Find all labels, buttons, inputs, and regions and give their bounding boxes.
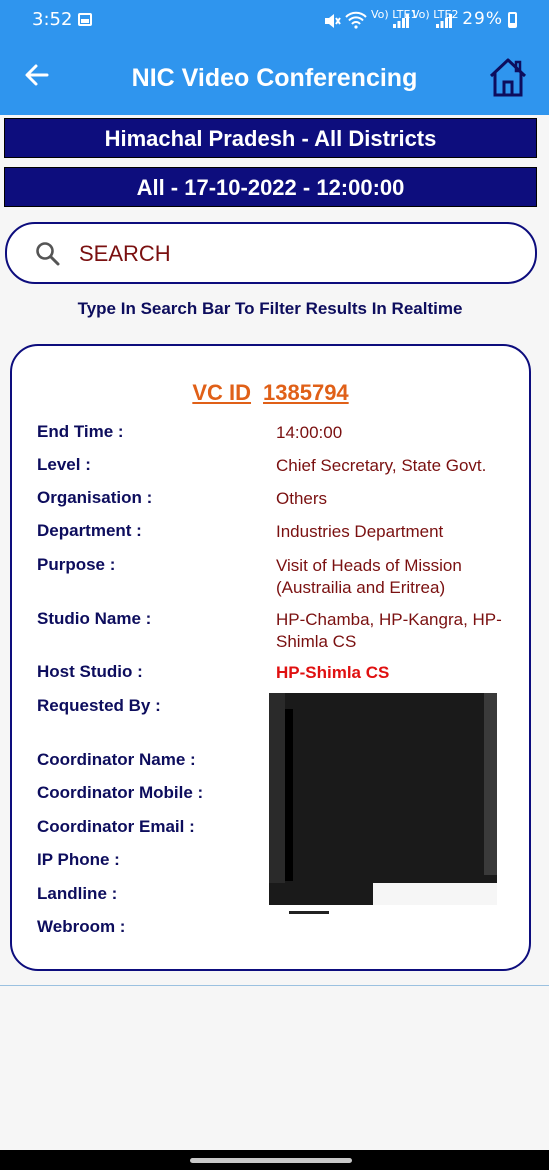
status-time: 3:52 <box>32 9 73 30</box>
battery-percent: 29% <box>462 9 503 29</box>
wifi-icon <box>345 11 367 29</box>
field-value: Others <box>276 489 328 508</box>
signal-icon <box>436 14 452 28</box>
field-label: Purpose : <box>37 555 116 574</box>
field-value: 14:00:00 <box>276 423 343 442</box>
datetime-banner: All - 17-10-2022 - 12:00:00 <box>4 167 537 207</box>
status-bar: 3:52 Vo) LTE1 Vo) LTE2 29% <box>0 0 549 42</box>
field-value: Industries Department <box>276 522 444 541</box>
app-title: NIC Video Conferencing <box>131 64 418 92</box>
field-value: HP-Shimla CS <box>276 663 390 682</box>
field-label: Level : <box>37 455 91 474</box>
vc-id-heading[interactable]: VC ID 1385794 <box>12 380 529 406</box>
system-nav-bar <box>0 1150 549 1170</box>
field-label: Host Studio : <box>37 662 143 681</box>
field-label: Coordinator Email : <box>37 817 195 836</box>
vc-details-card: VC ID 1385794 End Time : 14:00:00 Level :… <box>10 344 531 971</box>
redaction-block <box>269 693 497 914</box>
field-label: Webroom : <box>37 917 126 936</box>
field-value: Visit of Heads of Mission (Austrailia an… <box>276 556 462 597</box>
field-label: Coordinator Name : <box>37 750 196 769</box>
field-label: Landline : <box>37 884 118 903</box>
home-icon[interactable] <box>487 56 529 98</box>
search-bar[interactable] <box>5 222 537 284</box>
search-icon <box>36 242 60 266</box>
field-label: Organisation : <box>37 488 153 507</box>
battery-icon <box>508 12 517 28</box>
field-label: Studio Name : <box>37 609 152 628</box>
search-hint: Type In Search Bar To Filter Results In … <box>77 299 463 318</box>
list-divider <box>0 985 549 986</box>
mute-icon <box>325 14 341 28</box>
field-value: Chief Secretary, State Govt. <box>276 456 487 475</box>
field-label: Department : <box>37 521 142 540</box>
field-label: Requested By : <box>37 696 161 715</box>
home-gesture-handle[interactable] <box>190 1158 352 1163</box>
field-value: HP-Chamba, HP-Kangra, HP-Shimla CS <box>276 610 502 651</box>
gallery-notification-icon <box>78 13 92 26</box>
app-bar: NIC Video Conferencing <box>0 42 549 115</box>
search-input[interactable] <box>79 238 499 270</box>
region-banner: Himachal Pradesh - All Districts <box>4 118 537 158</box>
field-label: IP Phone : <box>37 850 120 869</box>
field-label: End Time : <box>37 422 124 441</box>
field-label: Coordinator Mobile : <box>37 783 204 802</box>
vc-id-value: 1385794 <box>263 380 349 405</box>
signal-icon <box>393 14 409 28</box>
vc-id-label: VC ID <box>192 380 252 405</box>
